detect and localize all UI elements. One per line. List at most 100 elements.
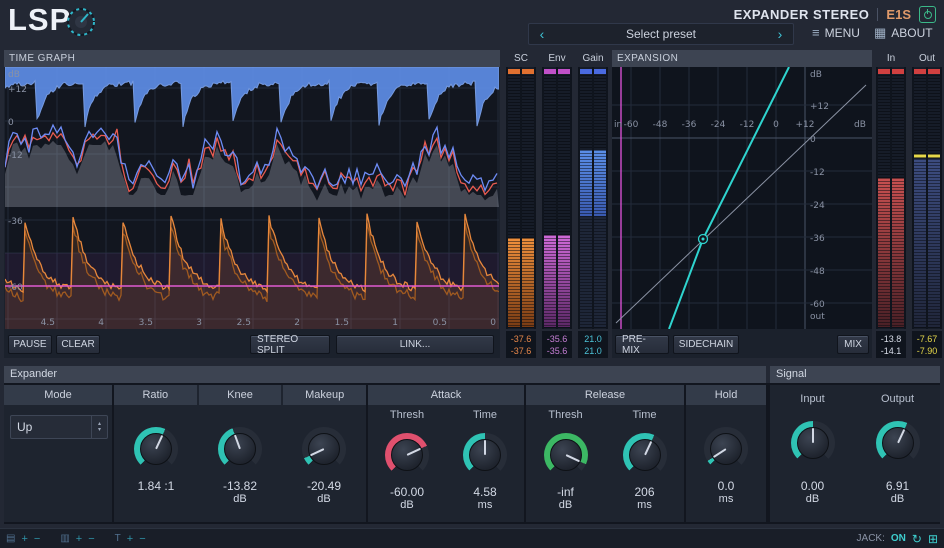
gain-meter: Gain 21.0 21.0 [578,50,608,358]
expansion-title: EXPANSION [612,50,872,67]
svg-text:+12: +12 [810,102,829,112]
svg-text:-60: -60 [8,283,23,293]
svg-text:4: 4 [98,318,104,328]
hold-knob[interactable] [704,427,748,471]
lsp-logo: LSP [8,2,72,37]
prev-preset-icon[interactable]: ‹ [529,25,555,43]
in-meter-values: -13.8 -14.1 [876,331,906,358]
zoom-group-graph: ▤ + − [6,533,40,545]
svg-text:-12: -12 [8,151,23,161]
ratio-knee-makeup-panel: Ratio Knee Makeup 1.84 :1 -13.82 dB -20.… [114,385,367,522]
attack-panel: Attack Thresh Time -60.00 dB 4.58 ms [368,385,524,522]
power-icon[interactable] [919,6,936,23]
release-time-knob[interactable] [622,433,667,477]
env-meter-values: -35.6 -35.6 [542,331,572,358]
zoom-out-icon[interactable]: − [34,533,40,545]
out-meter-label: Out [918,53,936,64]
zoom-in-icon[interactable]: + [21,533,27,545]
plugin-title: EXPANDER STEREO [733,7,870,22]
signal-panel: Input Output 0.00 dB 6.91 dB [770,385,940,522]
ratio-knob[interactable] [134,427,178,471]
window-grid-icon[interactable]: ⊞ [928,532,938,546]
svg-text:-12: -12 [740,120,755,130]
preset-label[interactable]: Select preset [555,27,767,41]
expansion-graph[interactable]: in -60 -48 -36 -24 -12 0 +12 dB dB +12 0 -12 -24 -36 -4… [612,66,872,330]
svg-text:0.5: 0.5 [433,318,447,328]
clear-button[interactable]: CLEAR [56,335,100,354]
zoom-out-icon[interactable]: − [88,533,94,545]
spinner-icon[interactable]: ▴ ▾ [91,416,107,438]
link-button[interactable]: LINK... [336,335,494,354]
pause-button[interactable]: PAUSE [8,335,52,354]
signal-section-title: Signal [770,366,940,383]
menu-button[interactable]: ≡ MENU [812,25,860,40]
release-thresh-knob[interactable] [543,433,588,477]
pre-mix-button[interactable]: PRE-MIX [615,334,669,356]
env-meter-bars [542,67,572,329]
svg-text:1.5: 1.5 [335,318,349,328]
about-button[interactable]: ▦ ABOUT [874,25,933,41]
svg-text:+12: +12 [8,85,27,95]
zoom-in-icon[interactable]: + [127,533,133,545]
time-graph-panel: TIME GRAPH dB +12 0 -12 -36 -60 4.5 4 3.5 3 2.5 2 1.… [4,50,500,358]
gain-meter-values: 21.0 21.0 [578,331,608,358]
time-graph[interactable]: dB +12 0 -12 -36 -60 4.5 4 3.5 3 2.5 2 1.5 1 0.5 0 [4,66,500,329]
title-divider [877,8,879,21]
in-meter-bars [876,67,906,329]
mix-button[interactable]: MIX [837,335,869,354]
svg-text:2: 2 [294,318,300,328]
fit-graph-icon[interactable]: ▤ [6,533,15,544]
makeup-knob[interactable] [302,427,346,471]
svg-text:4.5: 4.5 [41,318,55,328]
mode-select[interactable]: Up ▴ ▾ [10,415,108,439]
makeup-label: Makeup [283,385,367,405]
zoom-in-icon[interactable]: + [76,533,82,545]
svg-text:3: 3 [196,318,202,328]
sidechain-button[interactable]: SIDECHAIN [673,335,739,354]
next-preset-icon[interactable]: › [767,25,793,43]
zoom-out-icon[interactable]: − [139,533,145,545]
svg-text:dB: dB [854,120,866,130]
attack-label: Attack [368,385,524,405]
output-gain-knob[interactable] [875,421,920,465]
release-thresh-value: -inf [557,485,574,499]
input-gain-knob[interactable] [790,421,835,465]
time-zoom-icon[interactable]: T [115,533,121,544]
knee-label: Knee [198,385,282,405]
makeup-value: -20.49 [306,479,342,493]
mode-value: Up [17,420,33,434]
release-time-value: 206 [634,485,655,499]
stereo-split-button[interactable]: STEREO SPLIT [250,334,330,356]
reconnect-icon[interactable]: ↻ [912,532,922,546]
svg-text:0: 0 [773,120,779,130]
env-meter-label: Env [548,53,566,64]
menu-label: MENU [824,25,860,40]
ratio-label: Ratio [114,385,197,405]
output-label: Output [880,393,915,405]
hamburger-icon: ≡ [812,25,820,40]
fit-db-icon[interactable]: ▥ [60,533,69,544]
hold-label: Hold [686,385,766,405]
plugin-code: E1S [886,7,911,22]
knee-knob[interactable] [218,427,262,471]
mode-panel: Mode Up ▴ ▾ [4,385,112,522]
svg-text:-24: -24 [810,201,825,211]
preset-selector[interactable]: ‹ Select preset › [528,23,794,45]
svg-text:-36: -36 [810,234,825,244]
jack-label: JACK: [856,533,885,544]
svg-text:-36: -36 [682,120,697,130]
attack-time-label: Time [472,409,498,421]
output-gain-value: 6.91 [885,479,910,493]
sc-meter-label: SC [514,53,528,64]
attack-time-knob[interactable] [463,433,507,477]
svg-text:3.5: 3.5 [139,318,153,328]
jack-state: ON [890,533,906,544]
sc-meter-values: -37.6 -37.6 [506,331,536,358]
attack-thresh-value: -60.00 [389,485,425,499]
plugin-window: LSP EXPANDER STEREO E1S ‹ Select preset … [0,0,944,548]
gain-meter-label: Gain [582,53,604,64]
attack-thresh-knob[interactable] [385,433,429,477]
svg-text:dB: dB [810,70,822,80]
about-label: ABOUT [891,26,933,40]
svg-text:+12: +12 [796,120,815,130]
